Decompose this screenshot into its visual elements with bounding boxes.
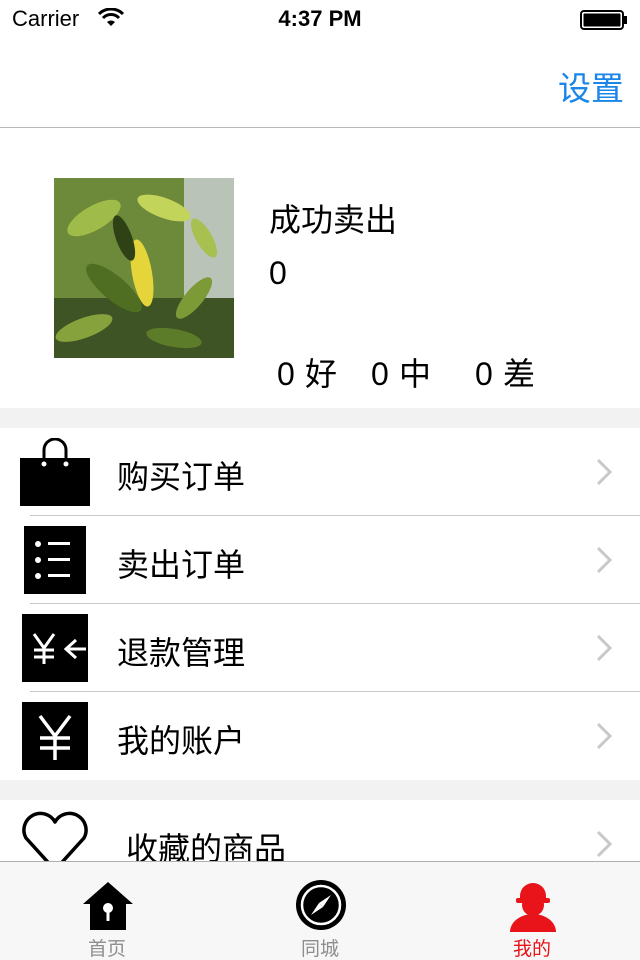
refund-icon (22, 614, 88, 682)
compass-icon (296, 880, 346, 930)
clock: 4:37 PM (278, 6, 362, 31)
chevron-right-icon (596, 546, 612, 574)
tab-home[interactable]: 首页 (47, 862, 167, 960)
sold-count: 0 (269, 255, 287, 291)
chevron-right-icon (596, 458, 612, 486)
home-icon (83, 882, 133, 930)
heart-icon (22, 811, 88, 861)
menu-item-label: 卖出订单 (117, 546, 246, 584)
shopping-bag-icon (20, 438, 90, 506)
user-icon (510, 883, 556, 932)
rating-bad-count: 0 (474, 356, 493, 392)
tab-label: 我的 (512, 938, 551, 960)
menu-item-label: 退款管理 (117, 634, 246, 672)
ratings-summary: 0 好0 中0 差 (277, 349, 535, 395)
rating-neutral-label: 中 (398, 355, 431, 393)
status-bar: Carrier 4:37 PM (0, 0, 640, 40)
navigation-bar: 设置 (0, 40, 640, 128)
menu-item-label: 我的账户 (117, 722, 246, 760)
sold-label: 成功卖出 (269, 201, 398, 239)
battery-icon (580, 10, 627, 30)
menu-item-refund-management[interactable]: 退款管理 (0, 604, 640, 692)
section-gap (0, 780, 640, 800)
menu-item-favorites[interactable]: 收藏的商品 (0, 800, 640, 861)
tab-label: 同城 (300, 938, 339, 960)
favorites-list: 收藏的商品 (0, 800, 640, 861)
menu-item-label: 收藏的商品 (126, 830, 287, 861)
chevron-right-icon (596, 634, 612, 662)
rating-bad-label: 差 (502, 355, 535, 393)
profile-summary: 成功卖出 0 0 好0 中0 差 (0, 129, 640, 408)
menu-item-purchase-orders[interactable]: 购买订单 (0, 428, 640, 516)
chevron-right-icon (596, 830, 612, 858)
menu-item-sell-orders[interactable]: 卖出订单 (0, 516, 640, 604)
section-gap (0, 408, 640, 428)
avatar-leaves-image (54, 178, 234, 358)
rating-good-label: 好 (304, 355, 337, 393)
rating-neutral-count: 0 (370, 356, 389, 392)
list-icon (24, 526, 86, 594)
rating-bad: 0 差 (475, 349, 535, 395)
tab-label: 首页 (87, 938, 126, 960)
rating-neutral: 0 中 (371, 349, 431, 395)
rating-good-count: 0 (277, 356, 295, 392)
chevron-right-icon (596, 722, 612, 750)
menu-item-label: 购买订单 (117, 458, 246, 496)
yen-icon (22, 702, 88, 770)
tab-bar: 首页 同城 我的 (0, 861, 640, 960)
tab-local[interactable]: 同城 (260, 862, 380, 960)
menu-item-my-account[interactable]: 我的账户 (0, 692, 640, 780)
rating-good: 0 好 (277, 349, 337, 395)
order-menu-list: 购买订单 卖出订单 退款管理 我的账户 (0, 428, 640, 780)
settings-button[interactable]: 设置 (558, 62, 624, 110)
tab-mine[interactable]: 我的 (472, 862, 592, 960)
avatar[interactable] (54, 178, 234, 358)
